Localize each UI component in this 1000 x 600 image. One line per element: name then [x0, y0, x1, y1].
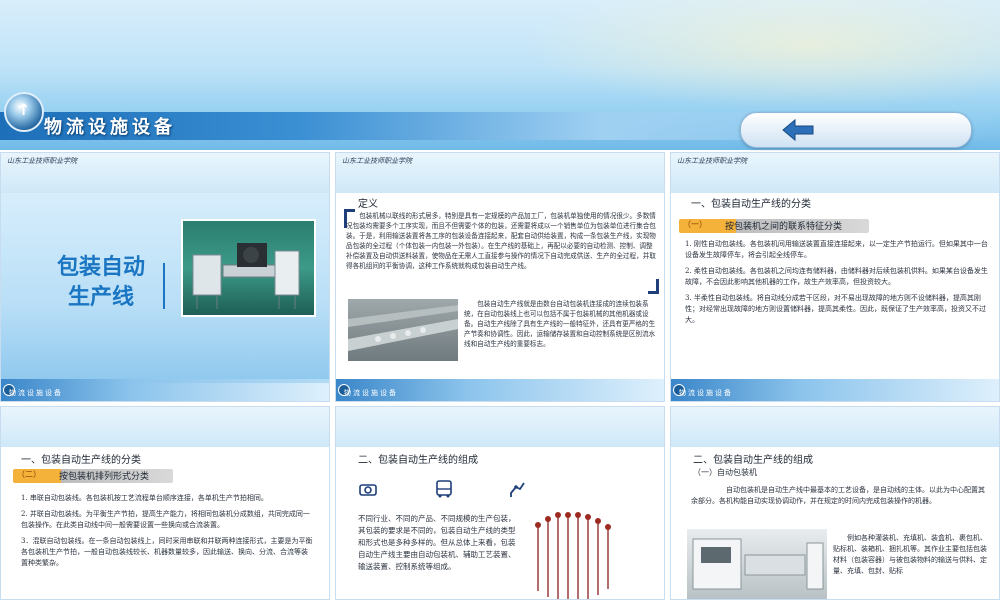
section-heading: 二、包装自动生产线的组成	[693, 455, 813, 466]
slide-footer: 物流设施设备	[336, 379, 664, 401]
slide-thumbnail-5[interactable]: 二、包装自动生产线的组成 不同行业、不同的产品、不同规模的生产包装，其包装的要求…	[335, 406, 665, 600]
slide-header	[671, 407, 999, 447]
school-logo: 山东工业技师职业学院	[677, 157, 747, 165]
subsection-pill: （一） 按包装机之间的联系特征分类	[679, 219, 869, 233]
subsection-number: （一）	[683, 220, 707, 229]
robot-arm-icon	[510, 482, 525, 497]
slide-thumbnail-4[interactable]: 一、包装自动生产线的分类 （二） 按包装机排列形式分类 1. 串联自动包装线。各…	[0, 406, 330, 600]
arrangement-list: 1. 串联自动包装线。各包装机按工艺流程单台顺序连接，各单机生产节拍相同。 2.…	[21, 493, 313, 574]
list-item: 1. 刚性自动包装线。各包装机间用输送装置直接连接起来，以一定生产节拍运行。但如…	[685, 240, 988, 259]
list-item: 2. 并联自动包装线。为平衡生产节拍，提高生产能力，将相同包装机分成数组，共同完…	[21, 510, 310, 529]
summary-text: 包装自动生产线就是由数台自动包装机连接成的连续包装系统，在自动包装线上也可以包括…	[464, 300, 656, 348]
slide-footer: 物流设施设备	[671, 379, 999, 401]
slide-header	[1, 407, 329, 447]
slide-thumbnail-2[interactable]: 山东工业技师职业学院 定义 包装机械以联线的形式居多，特别是具有一定规模的产品加…	[335, 152, 665, 402]
footer-label: 物流设施设备	[9, 389, 63, 397]
list-item: 2. 柔性自动包装线。各包装机之间均连有储料器，由储料器对后续包装机供料。如果某…	[685, 267, 988, 286]
subsection-title: 按包装机之间的联系特征分类	[725, 222, 843, 232]
section-heading: 一、包装自动生产线的分类	[691, 199, 811, 210]
bracket-close	[648, 279, 659, 294]
school-logo: 山东工业技师职业学院	[342, 157, 412, 165]
examples-text: 例如各种灌装机、充填机、装盒机、裹包机、贴标机、装箱机、捆扎机等。其作业主要包括…	[833, 534, 987, 575]
subsection-number: （二）	[17, 470, 41, 479]
slide-title-line-1: 包装自动	[56, 255, 145, 280]
banner-glow	[520, 0, 1000, 110]
course-title: 物流设施设备	[44, 117, 176, 138]
machine-icon	[359, 484, 377, 496]
composition-text: 不同行业、不同的产品、不同规模的生产包装，其包装的要求是不同的，包装自动生产线的…	[358, 514, 516, 571]
footer-label: 物流设施设备	[679, 389, 733, 397]
subsection-title: 按包装机排列形式分类	[59, 472, 150, 482]
section-heading: 一、包装自动生产线的分类	[21, 455, 141, 466]
header-banner: ↑ 物流设施设备	[0, 0, 1000, 150]
conveyor-photo	[348, 299, 458, 361]
list-item: 3. 半柔性自动包装线。将自动线分成若干区段，对不易出现故障的地方则不设储料器，…	[685, 294, 986, 324]
back-arrow-icon	[782, 118, 814, 142]
school-logo: 山东工业技师职业学院	[7, 157, 77, 165]
bus-icon	[436, 480, 452, 498]
slide-title: 包装自动 生产线	[31, 253, 171, 313]
slide-thumbnail-6[interactable]: 二、包装自动生产线的组成 （一）自动包装机 自动包装机是自动生产线中最基本的工艺…	[670, 406, 1000, 600]
subsection-title: （一）自动包装机	[693, 468, 757, 477]
dna-helix-graphic	[535, 512, 611, 599]
course-logo-icon: ↑	[4, 92, 44, 132]
slide-title-line-2: 生产线	[67, 285, 134, 310]
subsection-pill: （二） 按包装机排列形式分类	[13, 469, 173, 483]
slide-header: 山东工业技师职业学院	[671, 153, 999, 193]
production-line-photo	[181, 219, 316, 317]
section-heading: 二、包装自动生产线的组成	[358, 455, 478, 466]
classification-list: 1. 刚性自动包装线。各包装机间用输送装置直接连接起来，以一定生产节拍运行。但如…	[685, 239, 991, 331]
definition-text: 包装机械以联线的形式居多，特别是具有一定规模的产品加工厂，包装机单独使用的情况很…	[346, 212, 656, 270]
slide-thumbnail-3[interactable]: 山东工业技师职业学院 一、包装自动生产线的分类 （一） 按包装机之间的联系特征分…	[670, 152, 1000, 402]
auto-packer-text: 自动包装机是自动生产线中最基本的工艺设备，是自动线的主体。以此为中心配置其余部分…	[691, 486, 985, 505]
packaging-machine-photo	[687, 529, 827, 599]
title-divider	[163, 263, 165, 309]
footer-label: 物流设施设备	[344, 389, 398, 397]
slide-header: 山东工业技师职业学院	[336, 153, 664, 193]
slide-header	[336, 407, 664, 447]
slide-footer: 物流设施设备	[1, 379, 329, 401]
list-item: 1. 串联自动包装线。各包装机按工艺流程单台顺序连接，各单机生产节拍相同。	[21, 494, 268, 502]
back-button[interactable]	[740, 112, 972, 148]
definition-heading: 定义	[358, 199, 378, 210]
list-item: 3．混联自动包装线。在一条自动包装线上，同时采用串联和并联两种连接形式，主要是为…	[21, 537, 313, 567]
slide-thumbnail-1[interactable]: 山东工业技师职业学院 包装自动 生产线 物流设施设备	[0, 152, 330, 402]
slide-header: 山东工业技师职业学院	[1, 153, 329, 193]
